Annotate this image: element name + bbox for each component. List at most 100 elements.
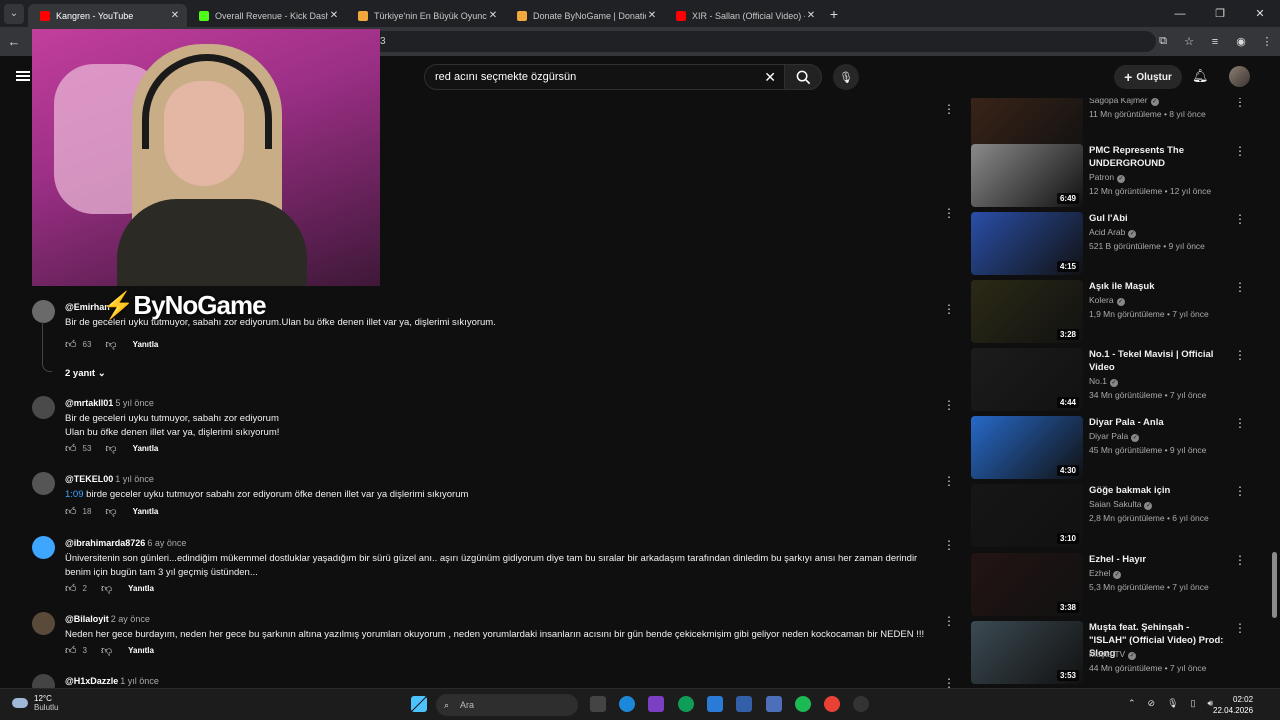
- comment-more-icon[interactable]: ⋮: [943, 398, 955, 412]
- store-icon[interactable]: [707, 696, 723, 712]
- video-thumbnail[interactable]: 4:44: [971, 348, 1083, 411]
- comment-author[interactable]: @mrtakll01: [65, 398, 113, 408]
- like-icon[interactable]: 👍︎: [65, 442, 77, 455]
- video-thumbnail[interactable]: 4:15: [971, 212, 1083, 275]
- chrome-active-icon[interactable]: [824, 696, 840, 712]
- browser-tab[interactable]: Kangren - YouTube ✕: [28, 4, 187, 27]
- notifications-bell-icon[interactable]: 🔔︎: [1192, 68, 1209, 84]
- dislike-icon[interactable]: 👎︎: [101, 644, 112, 657]
- video-title[interactable]: PMC Represents The UNDERGROUND: [1089, 144, 1229, 170]
- mail-icon[interactable]: [766, 696, 782, 712]
- related-video[interactable]: 3:53 Muşta feat. Şehinşah - "ISLAH" (Off…: [971, 621, 1261, 685]
- voice-search-button[interactable]: 🎙: [833, 64, 859, 90]
- show-replies-button[interactable]: 2 yanıt ⌄: [65, 368, 106, 379]
- comment-avatar[interactable]: [32, 472, 55, 495]
- browser-tab[interactable]: Donate ByNoGame | Donations✕: [505, 4, 664, 27]
- comment-more-icon[interactable]: ⋮: [943, 206, 955, 220]
- create-button[interactable]: + Oluştur: [1114, 65, 1182, 89]
- comment-more-icon[interactable]: ⋮: [943, 102, 955, 116]
- related-video[interactable]: 3:10 Göğe bakmak için Saian Sakulta ✓ 2,8…: [971, 484, 1261, 548]
- dislike-icon[interactable]: 👎︎: [105, 338, 116, 351]
- video-title[interactable]: Göğe bakmak için: [1089, 484, 1229, 497]
- network-icon[interactable]: ⊘: [1148, 698, 1156, 709]
- search-input[interactable]: red acını seçmekte özgürsün ✕: [424, 64, 785, 90]
- account-avatar[interactable]: [1229, 66, 1250, 87]
- comment-more-icon[interactable]: ⋮: [943, 676, 955, 688]
- chevron-up-icon[interactable]: ⌃: [1128, 698, 1136, 709]
- video-thumbnail[interactable]: 3:10: [971, 484, 1083, 547]
- video-channel[interactable]: Kolera ✓: [1089, 295, 1125, 306]
- video-more-icon[interactable]: ⋮: [1234, 348, 1246, 362]
- tab-close-icon[interactable]: ✕: [487, 10, 499, 21]
- video-thumbnail[interactable]: 3:28: [971, 280, 1083, 343]
- tab-search-button[interactable]: ⌄: [4, 3, 24, 24]
- related-video[interactable]: 4:15 Gul l'Abi Acid Arab ✓ 521 B görüntül…: [971, 212, 1261, 276]
- battery-icon[interactable]: ▯: [1191, 698, 1196, 709]
- related-video[interactable]: 4:30 Diyar Pala - Anla Diyar Pala ✓ 45 Mn…: [971, 416, 1261, 480]
- video-channel[interactable]: Diyar Pala ✓: [1089, 431, 1140, 442]
- reply-button[interactable]: Yanıtla: [133, 507, 159, 516]
- video-more-icon[interactable]: ⋮: [1234, 98, 1246, 109]
- chrome-icon[interactable]: [678, 696, 694, 712]
- back-arrow-icon[interactable]: ←: [0, 34, 28, 49]
- file-explorer-icon[interactable]: [736, 696, 752, 712]
- video-more-icon[interactable]: ⋮: [1234, 553, 1246, 567]
- comment-author[interactable]: @Bilaloyit: [65, 614, 109, 624]
- video-more-icon[interactable]: ⋮: [1234, 212, 1246, 226]
- taskbar-clock[interactable]: 02:02 22.04.2026: [1213, 694, 1253, 716]
- comment-avatar[interactable]: [32, 674, 55, 688]
- taskbar-search[interactable]: ⌕ Ara: [436, 694, 578, 716]
- reply-button[interactable]: Yanıtla: [128, 584, 154, 593]
- windows-start-icon[interactable]: [411, 696, 427, 712]
- comment-avatar[interactable]: [32, 612, 55, 635]
- video-title[interactable]: Diyar Pala - Anla: [1089, 416, 1229, 429]
- microphone-icon[interactable]: 🎙: [1167, 698, 1178, 709]
- video-channel[interactable]: Acid Arab ✓: [1089, 227, 1137, 238]
- tab-close-icon[interactable]: ✕: [805, 10, 817, 21]
- browser-tab[interactable]: Türkiye'nin En Büyük Oyuncu D✕: [346, 4, 505, 27]
- related-video[interactable]: 3:38 Ezhel - Hayır Ezhel ✓ 5,3 Mn görüntü…: [971, 553, 1261, 617]
- video-channel[interactable]: Ezhel ✓: [1089, 568, 1122, 579]
- related-video[interactable]: 4:44 No.1 - Tekel Mavisi | Official Vide…: [971, 348, 1261, 412]
- video-more-icon[interactable]: ⋮: [1234, 621, 1246, 635]
- video-more-icon[interactable]: ⋮: [1234, 484, 1246, 498]
- related-video[interactable]: 6:49 PMC Represents The UNDERGROUND Patr…: [971, 144, 1261, 208]
- spotify-icon[interactable]: [795, 696, 811, 712]
- minimize-icon[interactable]: —: [1160, 0, 1200, 27]
- browser-tab[interactable]: XIR - Sallan (Official Video) - Yo✕: [664, 4, 823, 27]
- video-thumbnail[interactable]: 4:30: [971, 416, 1083, 479]
- comment-author[interactable]: @H1xDazzle: [65, 676, 118, 686]
- comment-avatar[interactable]: [32, 536, 55, 559]
- xbox-app-icon[interactable]: [648, 696, 664, 712]
- video-title[interactable]: Ezhel - Hayır: [1089, 553, 1229, 566]
- reply-button[interactable]: Yanıtla: [128, 646, 154, 655]
- video-title[interactable]: Aşık ile Maşuk: [1089, 280, 1229, 293]
- close-window-icon[interactable]: ✕: [1240, 0, 1280, 27]
- tab-close-icon[interactable]: ✕: [328, 10, 340, 21]
- like-icon[interactable]: 👍︎: [65, 505, 77, 518]
- video-more-icon[interactable]: ⋮: [1234, 144, 1246, 158]
- comment-avatar[interactable]: [32, 300, 55, 323]
- browser-tab[interactable]: Overall Revenue - Kick Dashbo✕: [187, 4, 346, 27]
- reply-button[interactable]: Yanıtla: [133, 444, 159, 453]
- edge-icon[interactable]: [619, 696, 635, 712]
- dislike-icon[interactable]: 👎︎: [105, 442, 116, 455]
- video-thumbnail[interactable]: 3:53: [971, 621, 1083, 684]
- comment-avatar[interactable]: [32, 396, 55, 419]
- chrome-menu-icon[interactable]: ⋮: [1254, 35, 1280, 48]
- like-icon[interactable]: 👍︎: [65, 582, 77, 595]
- tab-close-icon[interactable]: ✕: [169, 10, 181, 21]
- video-channel[interactable]: Muşta TV ✓: [1089, 649, 1137, 660]
- task-view-icon[interactable]: [590, 696, 606, 712]
- comment-more-icon[interactable]: ⋮: [943, 474, 955, 488]
- bookmark-star-icon[interactable]: ☆: [1176, 35, 1202, 48]
- weather-widget[interactable]: 12°C Bulutlu: [12, 694, 58, 712]
- clear-search-icon[interactable]: ✕: [764, 65, 776, 89]
- comment-author[interactable]: @ibrahimarda8726: [65, 538, 145, 548]
- video-channel[interactable]: Sagopa Kajmer ✓: [1089, 98, 1159, 106]
- reading-list-icon[interactable]: ≡: [1202, 36, 1228, 48]
- comment-more-icon[interactable]: ⋮: [943, 614, 955, 628]
- video-channel[interactable]: No.1 ✓: [1089, 376, 1118, 387]
- like-icon[interactable]: 👍︎: [65, 338, 77, 351]
- video-channel[interactable]: Saian Sakulta ✓: [1089, 499, 1153, 510]
